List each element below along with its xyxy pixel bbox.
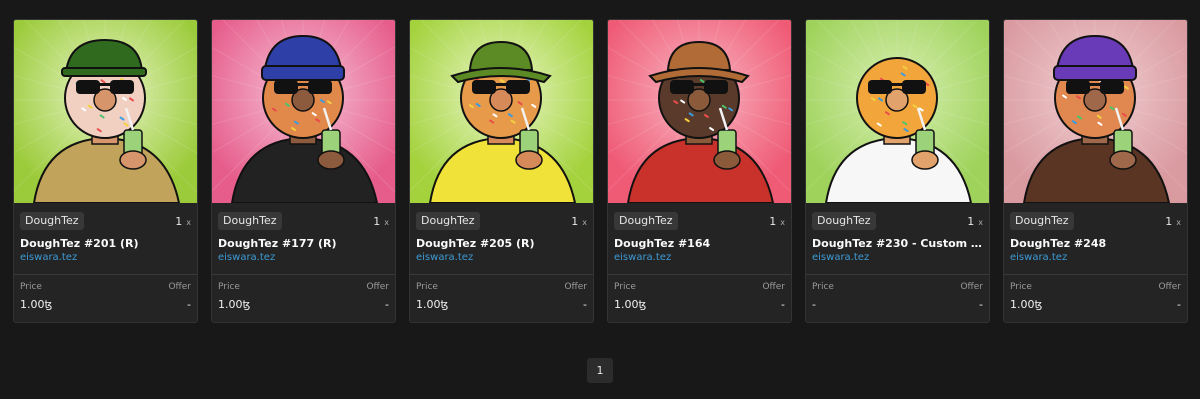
nft-title[interactable]: DoughTez #205 (R) xyxy=(416,237,587,250)
collection-tag[interactable]: DoughTez xyxy=(218,212,282,230)
offer-label: Offer xyxy=(1158,282,1181,292)
creator-link[interactable]: eiswara.tez xyxy=(416,252,473,263)
creator-link[interactable]: eiswara.tez xyxy=(614,252,671,263)
price-label: Price xyxy=(614,282,636,292)
price-value: 1.00ꜩ xyxy=(614,298,647,311)
price-value: 1.00ꜩ xyxy=(20,298,53,311)
nft-card-grid: DoughTez 1x DoughTez #201 (R) eiswara.te… xyxy=(13,19,1188,323)
collection-tag[interactable]: DoughTez xyxy=(614,212,678,230)
nft-artwork-image[interactable] xyxy=(806,20,989,203)
price-label: Price xyxy=(20,282,42,292)
nft-card[interactable]: DoughTez 1x DoughTez #248 eiswara.tez Pr… xyxy=(1003,19,1188,323)
nft-title[interactable]: DoughTez #201 (R) xyxy=(20,237,191,250)
offer-label: Offer xyxy=(168,282,191,292)
creator-link[interactable]: eiswara.tez xyxy=(218,252,275,263)
collection-tag[interactable]: DoughTez xyxy=(812,212,876,230)
quantity-label: 1x xyxy=(175,214,191,228)
offer-value: - xyxy=(781,298,785,311)
offer-label: Offer xyxy=(564,282,587,292)
nft-title[interactable]: DoughTez #177 (R) xyxy=(218,237,389,250)
price-label: Price xyxy=(1010,282,1032,292)
nft-artwork-image[interactable] xyxy=(608,20,791,203)
divider xyxy=(608,274,791,275)
nft-artwork-image[interactable] xyxy=(14,20,197,203)
offer-value: - xyxy=(1177,298,1181,311)
quantity-label: 1x xyxy=(1165,214,1181,228)
nft-artwork-image[interactable] xyxy=(1004,20,1187,203)
price-value: - xyxy=(812,298,816,311)
pagination-page-1[interactable]: 1 xyxy=(587,358,613,383)
divider xyxy=(806,274,989,275)
nft-artwork-image[interactable] xyxy=(410,20,593,203)
nft-artwork-image[interactable] xyxy=(212,20,395,203)
quantity-label: 1x xyxy=(769,214,785,228)
price-value: 1.00ꜩ xyxy=(218,298,251,311)
price-value: 1.00ꜩ xyxy=(416,298,449,311)
offer-value: - xyxy=(583,298,587,311)
price-label: Price xyxy=(218,282,240,292)
nft-title[interactable]: DoughTez #164 xyxy=(614,237,785,250)
price-label: Price xyxy=(812,282,834,292)
creator-link[interactable]: eiswara.tez xyxy=(1010,252,1067,263)
nft-card[interactable]: DoughTez 1x DoughTez #230 - Custom Ti...… xyxy=(805,19,990,323)
divider xyxy=(1004,274,1187,275)
quantity-label: 1x xyxy=(373,214,389,228)
divider xyxy=(410,274,593,275)
offer-value: - xyxy=(979,298,983,311)
nft-card[interactable]: DoughTez 1x DoughTez #177 (R) eiswara.te… xyxy=(211,19,396,323)
divider xyxy=(14,274,197,275)
offer-value: - xyxy=(187,298,191,311)
nft-title[interactable]: DoughTez #230 - Custom Ti... xyxy=(812,237,983,250)
divider xyxy=(212,274,395,275)
offer-label: Offer xyxy=(366,282,389,292)
creator-link[interactable]: eiswara.tez xyxy=(20,252,77,263)
offer-value: - xyxy=(385,298,389,311)
collection-tag[interactable]: DoughTez xyxy=(416,212,480,230)
nft-card[interactable]: DoughTez 1x DoughTez #164 eiswara.tez Pr… xyxy=(607,19,792,323)
quantity-label: 1x xyxy=(571,214,587,228)
collection-tag[interactable]: DoughTez xyxy=(20,212,84,230)
offer-label: Offer xyxy=(762,282,785,292)
quantity-label: 1x xyxy=(967,214,983,228)
price-label: Price xyxy=(416,282,438,292)
creator-link[interactable]: eiswara.tez xyxy=(812,252,869,263)
nft-card[interactable]: DoughTez 1x DoughTez #201 (R) eiswara.te… xyxy=(13,19,198,323)
collection-tag[interactable]: DoughTez xyxy=(1010,212,1074,230)
offer-label: Offer xyxy=(960,282,983,292)
nft-title[interactable]: DoughTez #248 xyxy=(1010,237,1181,250)
price-value: 1.00ꜩ xyxy=(1010,298,1043,311)
nft-card[interactable]: DoughTez 1x DoughTez #205 (R) eiswara.te… xyxy=(409,19,594,323)
